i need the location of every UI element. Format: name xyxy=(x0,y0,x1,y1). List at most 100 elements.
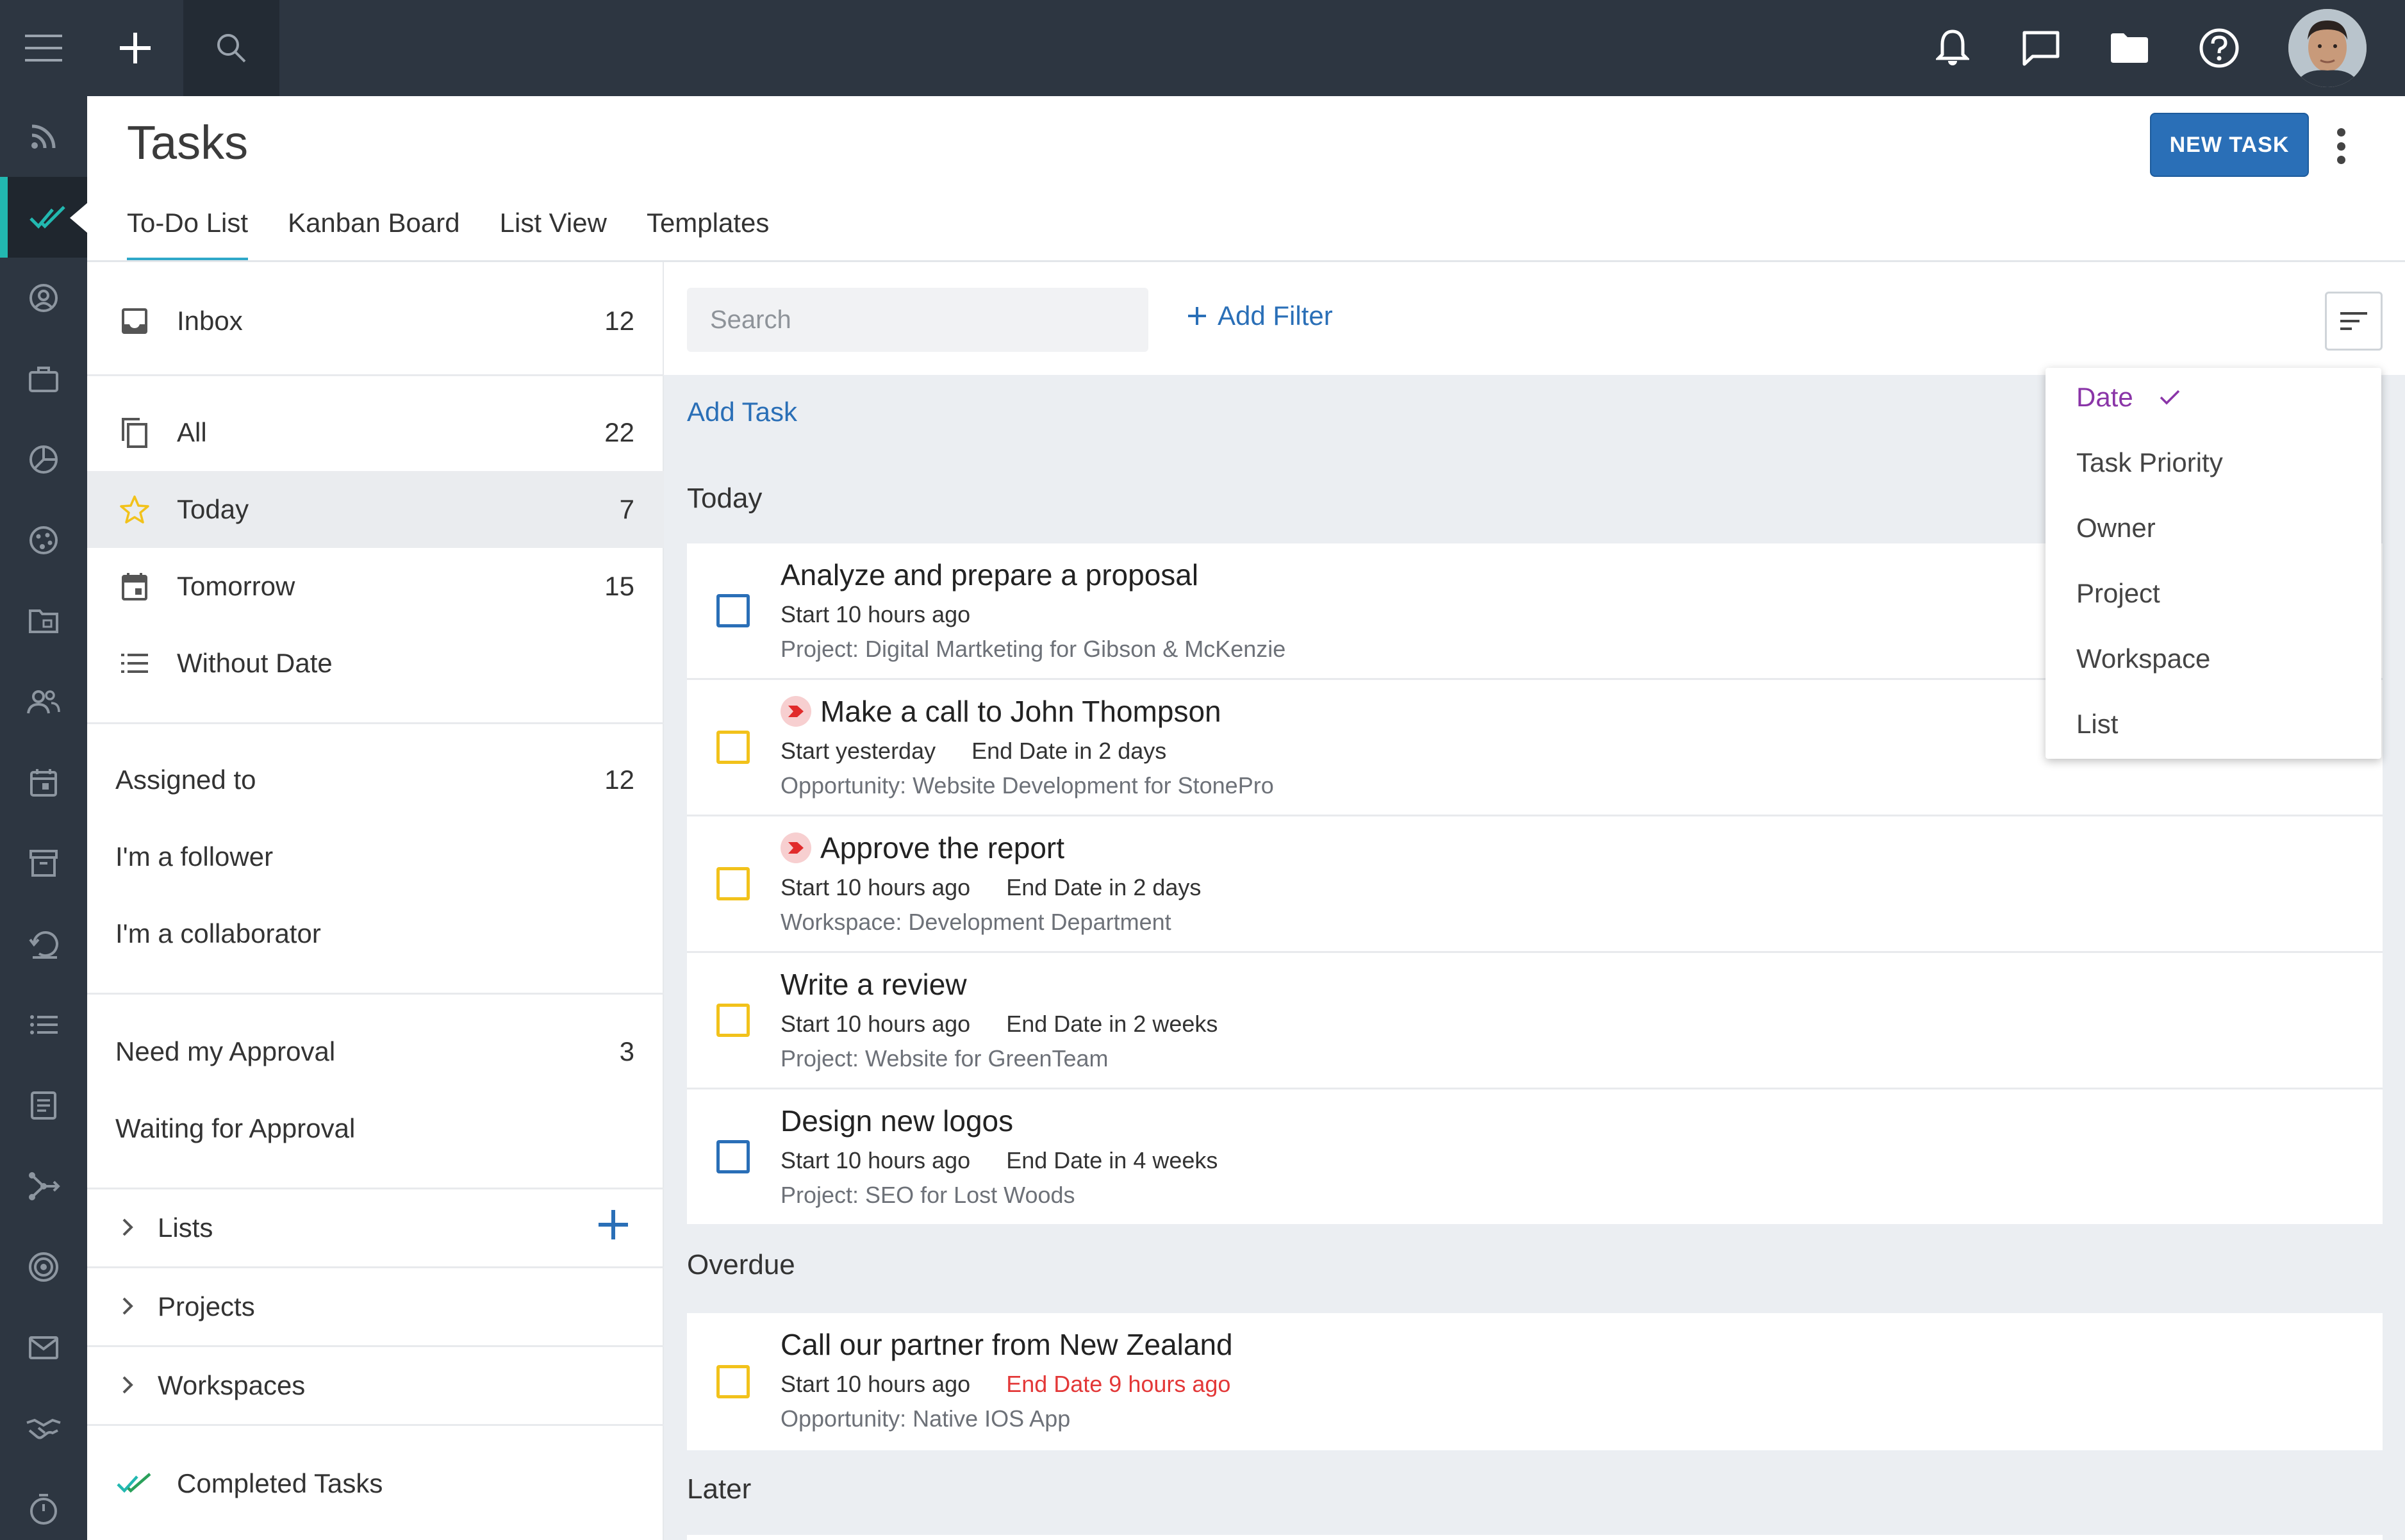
task-card[interactable]: Approve the report Start 10 hours ago End… xyxy=(687,816,2383,951)
task-end: End Date in 4 weeks xyxy=(1006,1147,1218,1173)
task-card-partial xyxy=(687,1535,2383,1540)
sidebar-count: 3 xyxy=(619,1036,634,1066)
palette-icon[interactable] xyxy=(0,500,87,581)
star-icon xyxy=(115,490,154,529)
history-icon[interactable] xyxy=(0,904,87,984)
task-end: End Date in 2 days xyxy=(1006,874,1202,900)
timer-icon[interactable] xyxy=(0,1469,87,1540)
task-checkbox[interactable] xyxy=(716,867,750,900)
chevron-right-icon xyxy=(122,1370,133,1401)
handshake-icon[interactable] xyxy=(0,1388,87,1469)
sidebar-group-projects[interactable]: Projects xyxy=(87,1268,664,1345)
sidebar-item-need-approval[interactable]: Need my Approval 3 xyxy=(87,1013,664,1090)
search-input[interactable] xyxy=(687,288,1148,352)
tab-kanban-board[interactable]: Kanban Board xyxy=(288,204,460,261)
chat-icon[interactable] xyxy=(2006,0,2076,96)
sidebar-group-label: Projects xyxy=(158,1291,255,1321)
task-start: Start 10 hours ago xyxy=(781,874,971,900)
sort-option-label: Date xyxy=(2076,382,2133,412)
document-icon[interactable] xyxy=(0,1065,87,1146)
task-dates: Start 10 hours ago End Date 9 hours ago xyxy=(781,1371,1230,1398)
search-icon[interactable] xyxy=(183,0,279,96)
contacts-icon[interactable] xyxy=(0,258,87,338)
plus-icon[interactable] xyxy=(87,0,183,96)
task-checkbox[interactable] xyxy=(716,1004,750,1037)
bell-icon[interactable] xyxy=(1917,0,1988,96)
filters-sidebar: Inbox 12 All 22 Today 7 Tomorrow 15 With… xyxy=(87,262,664,1540)
briefcase-icon[interactable] xyxy=(0,338,87,419)
help-icon[interactable] xyxy=(2184,0,2254,96)
folder-icon[interactable] xyxy=(0,581,87,661)
task-checkbox[interactable] xyxy=(716,1140,750,1173)
task-card[interactable]: Write a review Start 10 hours ago End Dat… xyxy=(687,953,2383,1088)
task-card[interactable]: Call our partner from New Zealand Start … xyxy=(687,1313,2383,1450)
sidebar-item-label: Today xyxy=(177,494,249,524)
sidebar-count: 12 xyxy=(604,306,634,336)
add-task-link[interactable]: Add Task xyxy=(687,397,797,427)
task-dates: Start 10 hours ago End Date in 2 weeks xyxy=(781,1011,1218,1038)
task-start: Start yesterday xyxy=(781,738,936,764)
sidebar-item-follower[interactable]: I'm a follower xyxy=(87,818,664,895)
divider xyxy=(87,993,664,995)
task-checkbox[interactable] xyxy=(716,594,750,627)
sidebar-item-collaborator[interactable]: I'm a collaborator xyxy=(87,895,664,972)
tasks-icon[interactable] xyxy=(0,177,88,258)
section-heading-overdue: Overdue xyxy=(687,1249,795,1280)
sidebar-item-all[interactable]: All 22 xyxy=(87,394,664,471)
task-context: Opportunity: Native IOS App xyxy=(781,1405,1071,1432)
menu-icon[interactable] xyxy=(0,0,87,96)
task-context: Workspace: Development Department xyxy=(781,909,1171,935)
task-card[interactable]: Design new logos Start 10 hours ago End D… xyxy=(687,1089,2383,1224)
add-filter-button[interactable]: Add Filter xyxy=(1188,301,1333,331)
sidebar-item-today[interactable]: Today 7 xyxy=(87,471,664,548)
target-icon[interactable] xyxy=(0,1227,87,1307)
rss-icon[interactable] xyxy=(0,96,87,177)
tab-list-view[interactable]: List View xyxy=(500,204,607,261)
avatar[interactable] xyxy=(2288,9,2367,87)
sidebar-item-label: Without Date xyxy=(177,648,333,678)
copy-icon xyxy=(115,413,154,452)
add-list-icon[interactable] xyxy=(599,1210,628,1246)
users-icon[interactable] xyxy=(0,661,87,742)
task-checkbox[interactable] xyxy=(716,731,750,764)
sidebar-item-tomorrow[interactable]: Tomorrow 15 xyxy=(87,548,664,625)
more-options-icon[interactable] xyxy=(2326,122,2356,170)
workflow-icon[interactable] xyxy=(0,1146,87,1227)
task-dates: Start yesterday End Date in 2 days xyxy=(781,738,1166,765)
archive-icon[interactable] xyxy=(0,823,87,904)
sidebar-item-inbox[interactable]: Inbox 12 xyxy=(87,265,664,377)
sidebar-group-lists[interactable]: Lists xyxy=(87,1189,664,1266)
folder-icon[interactable] xyxy=(2094,0,2165,96)
sort-option-project[interactable]: Project xyxy=(2076,578,2160,609)
sidebar-item-completed[interactable]: Completed Tasks xyxy=(87,1445,664,1522)
high-priority-icon xyxy=(781,832,811,863)
sidebar-item-without-date[interactable]: Without Date xyxy=(87,625,664,702)
task-checkbox[interactable] xyxy=(716,1365,750,1398)
pie-chart-icon[interactable] xyxy=(0,419,87,500)
tab-to-do-list[interactable]: To-Do List xyxy=(127,204,249,261)
list-icon[interactable] xyxy=(0,984,87,1065)
sidebar-item-label: Waiting for Approval xyxy=(115,1113,356,1143)
sidebar-item-assigned-to[interactable]: Assigned to 12 xyxy=(87,741,664,818)
sidebar-item-label: I'm a follower xyxy=(115,841,274,872)
sort-option-workspace[interactable]: Workspace xyxy=(2076,643,2210,674)
task-context: Project: Website for GreenTeam xyxy=(781,1045,1109,1072)
chevron-right-icon xyxy=(122,1291,133,1322)
tab-templates[interactable]: Templates xyxy=(647,204,769,261)
sidebar-count: 15 xyxy=(604,571,634,601)
sort-option-date[interactable]: Date xyxy=(2076,382,2181,413)
sort-option-task-priority[interactable]: Task Priority xyxy=(2076,447,2223,478)
sort-option-owner[interactable]: Owner xyxy=(2076,513,2156,543)
mail-icon[interactable] xyxy=(0,1307,87,1388)
task-title: Call our partner from New Zealand xyxy=(781,1328,1233,1361)
sidebar-item-label: Inbox xyxy=(177,306,243,336)
task-title: Design new logos xyxy=(781,1104,1014,1138)
new-task-button[interactable]: NEW TASK xyxy=(2150,113,2309,177)
sort-option-list[interactable]: List xyxy=(2076,709,2118,740)
sidebar-item-waiting-approval[interactable]: Waiting for Approval xyxy=(87,1090,664,1167)
calendar-icon[interactable] xyxy=(0,742,87,823)
sort-button[interactable] xyxy=(2325,292,2383,351)
inbox-icon xyxy=(115,302,154,340)
check-icon xyxy=(2160,390,2179,405)
sidebar-group-workspaces[interactable]: Workspaces xyxy=(87,1347,664,1424)
